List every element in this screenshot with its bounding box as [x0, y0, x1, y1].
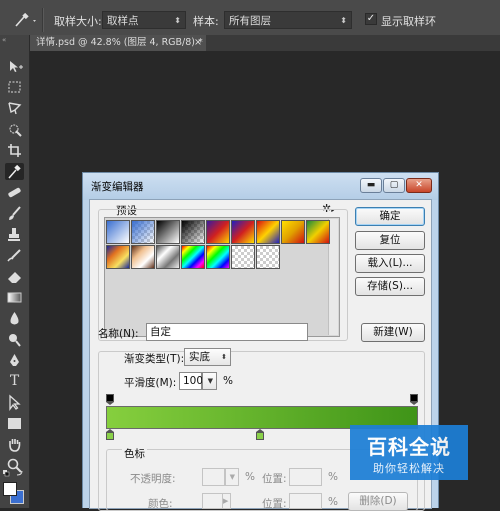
ok-button[interactable]: 确定 [355, 207, 425, 226]
dropdown-arrows-icon: ⬍ [221, 353, 227, 361]
preset-swatch[interactable] [281, 220, 305, 244]
crop-icon[interactable] [5, 142, 24, 159]
preset-swatch[interactable] [206, 245, 230, 269]
dodge-icon[interactable] [5, 331, 24, 348]
pen-icon[interactable] [5, 352, 24, 369]
quick-select-icon[interactable] [5, 121, 24, 138]
opacity-stop-right[interactable] [410, 394, 418, 405]
opacity-location-label: 位置: [262, 473, 287, 485]
close-tab-icon[interactable]: × [194, 35, 202, 51]
chevron-down-icon: ▼ [207, 377, 213, 385]
preset-swatch[interactable] [181, 245, 205, 269]
preset-swatch[interactable] [106, 245, 130, 269]
minimize-button[interactable]: ▬ [360, 178, 382, 193]
show-ring-label: 显示取样环 [381, 15, 436, 28]
hand-icon[interactable] [5, 436, 24, 453]
gradient-type-select[interactable]: 实底 ⬍ [184, 348, 231, 366]
new-button[interactable]: 新建(W) [361, 323, 425, 342]
document-tab-title: 详情.psd @ 42.8% (图层 4, RGB/8) * [36, 37, 203, 48]
dropdown-arrows-icon: ⬍ [174, 16, 181, 25]
path-select-icon[interactable] [5, 394, 24, 411]
smoothness-input[interactable]: 100 [179, 372, 203, 390]
preset-swatch[interactable] [231, 245, 255, 269]
opacity-location-unit: % [328, 471, 338, 483]
opacity-stop-left[interactable] [106, 394, 114, 405]
blur-icon[interactable] [5, 310, 24, 327]
preset-swatch[interactable] [206, 220, 230, 244]
foreground-color-swatch[interactable] [3, 482, 17, 496]
preset-swatch[interactable] [256, 220, 280, 244]
color-location-unit: % [328, 496, 338, 508]
swap-colors-icon[interactable] [2, 468, 27, 477]
type-icon[interactable]: T [5, 373, 24, 390]
name-label: 名称(N): [98, 328, 139, 340]
healing-icon[interactable] [5, 184, 24, 201]
delete-stop-button[interactable]: 删除(D) [348, 492, 408, 511]
color-stop-left[interactable] [106, 429, 114, 440]
color-stop-middle[interactable] [256, 429, 264, 440]
eyedropper-icon[interactable] [5, 163, 24, 180]
gradient-icon[interactable] [5, 289, 24, 306]
sample-size-label: 取样大小: [54, 15, 102, 28]
gradient-type-value: 实底 [189, 351, 210, 363]
shape-icon[interactable] [5, 415, 24, 432]
preset-swatch[interactable] [231, 220, 255, 244]
dropdown-arrows-icon: ⬍ [340, 16, 347, 25]
opacity-label: 不透明度: [130, 473, 176, 485]
maximize-button[interactable]: ▢ [383, 178, 405, 193]
preset-swatch[interactable] [156, 245, 180, 269]
eyedropper-tool-preset-icon[interactable] [12, 11, 38, 29]
preset-swatch[interactable] [181, 220, 205, 244]
load-button[interactable]: 载入(L)... [355, 254, 425, 273]
stops-group-label: 色标 [122, 446, 147, 461]
preset-swatch[interactable] [131, 245, 155, 269]
chevron-down-icon: ▼ [229, 473, 235, 481]
save-button[interactable]: 存储(S)... [355, 277, 425, 296]
gradient-type-label: 渐变类型(T): [124, 353, 185, 365]
marquee-icon[interactable] [5, 79, 24, 96]
dialog-titlebar[interactable]: 渐变编辑器 ▬ ▢ ✕ [83, 173, 438, 200]
preset-swatch[interactable] [306, 220, 330, 244]
color-location-label: 位置: [262, 498, 287, 510]
preset-swatch[interactable] [256, 245, 280, 269]
watermark-subtitle: 助你轻松解决 [373, 462, 445, 475]
sample-label: 样本: [193, 15, 219, 28]
tools-panel: « T [0, 35, 30, 508]
history-brush-icon[interactable] [5, 247, 24, 264]
smoothness-label: 平滑度(M): [124, 377, 177, 389]
color-stop-handle [256, 432, 264, 440]
opacity-unit: % [245, 471, 255, 483]
watermark-logo: 百科全说 助你轻松解决 [350, 425, 468, 480]
brush-icon[interactable] [5, 205, 24, 222]
color-menu-arrow-icon[interactable]: ▶ [223, 493, 231, 509]
panel-collapse-icon[interactable]: « [2, 37, 27, 44]
close-button[interactable]: ✕ [406, 178, 432, 193]
reset-button[interactable]: 复位 [355, 231, 425, 250]
preset-swatch[interactable] [156, 220, 180, 244]
stamp-icon[interactable] [5, 226, 24, 243]
sample-dropdown[interactable]: 所有图层 ⬍ [224, 11, 352, 29]
preset-swatch[interactable] [106, 220, 130, 244]
color-swatch-field[interactable] [202, 493, 223, 509]
opacity-location-input[interactable] [289, 468, 322, 486]
move-icon[interactable] [5, 58, 24, 75]
color-location-input[interactable] [289, 493, 322, 509]
dialog-title: 渐变编辑器 [91, 181, 144, 193]
opacity-input[interactable] [202, 468, 225, 486]
opacity-dropdown[interactable]: ▼ [225, 468, 239, 486]
preset-swatch[interactable] [131, 220, 155, 244]
eraser-icon[interactable] [5, 268, 24, 285]
smoothness-unit: % [223, 375, 233, 387]
show-ring-checkbox[interactable]: ✓ [365, 13, 377, 25]
lasso-icon[interactable] [5, 100, 24, 117]
document-tab[interactable]: 详情.psd @ 42.8% (图层 4, RGB/8) * × [30, 35, 206, 51]
smoothness-dropdown[interactable]: ▼ [202, 372, 217, 390]
sample-size-dropdown[interactable]: 取样点 ⬍ [102, 11, 186, 29]
sample-size-value: 取样点 [107, 15, 139, 27]
name-input[interactable]: 自定 [146, 323, 308, 341]
color-label: 颜色: [148, 498, 173, 510]
color-stop-handle [106, 432, 114, 440]
sample-value: 所有图层 [229, 15, 271, 27]
watermark-title: 百科全说 [367, 435, 451, 459]
